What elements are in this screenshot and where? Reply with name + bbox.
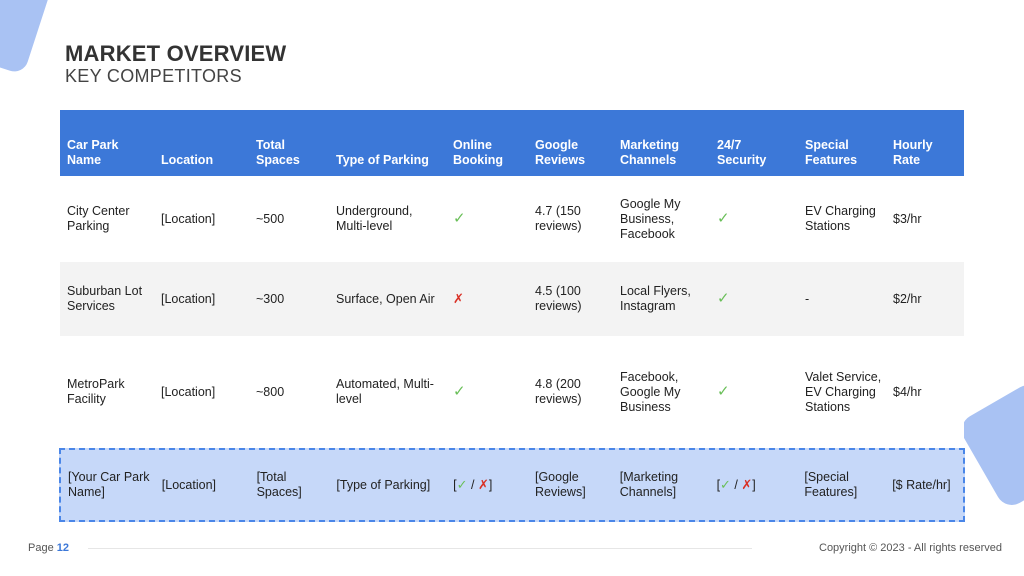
online-booking-placeholder: [✓ / ✗]	[446, 477, 528, 493]
cross-icon: ✗	[453, 291, 464, 306]
column-header: Car Park Name	[67, 138, 119, 167]
marketing-channels: Google My Business, Facebook	[620, 196, 681, 241]
check-icon: ✓	[453, 210, 466, 227]
location: [Location]	[161, 384, 216, 399]
car-park-name: Suburban Lot Services	[67, 284, 143, 313]
table-row: MetroPark Facility [Location] ~800 Autom…	[60, 336, 964, 448]
column-header: Hourly Rate	[893, 138, 933, 167]
total-spaces: [Total Spaces]	[256, 470, 302, 499]
location: [Location]	[161, 477, 217, 492]
car-park-name: MetroPark Facility	[67, 377, 125, 406]
check-icon: ✓	[453, 383, 466, 400]
column-header: Total Spaces	[256, 138, 300, 167]
decorative-shape-bottom-right	[956, 379, 1024, 511]
column-header: Online Booking	[453, 138, 503, 167]
column-header: Special Features	[805, 138, 858, 167]
google-reviews: 4.7 (150 reviews)	[535, 204, 582, 233]
column-header: Google Reviews	[535, 138, 586, 167]
parking-type: Surface, Open Air	[336, 291, 435, 306]
hourly-rate: [$ Rate/hr]	[892, 477, 951, 492]
online-booking-check-icon: ✓	[446, 211, 528, 227]
bracket-close: ]	[752, 478, 756, 492]
page-label: Page	[28, 542, 54, 554]
bracket-close: ]	[488, 478, 493, 492]
cross-icon: ✗	[741, 477, 753, 492]
check-icon: ✓	[456, 477, 468, 492]
security-check-icon: ✓	[710, 211, 798, 227]
marketing-channels: [Marketing Channels]	[619, 470, 679, 499]
hourly-rate: $2/hr	[893, 291, 922, 306]
marketing-channels: Local Flyers, Instagram	[620, 284, 691, 313]
separator: /	[730, 478, 742, 492]
check-icon: ✓	[720, 477, 731, 492]
parking-type: Underground, Multi-level	[336, 204, 413, 233]
special-features: EV Charging Stations	[805, 204, 876, 233]
check-icon: ✓	[717, 210, 730, 227]
check-icon: ✓	[717, 290, 730, 307]
online-booking-cross-icon: ✗	[446, 291, 528, 307]
car-park-name: City Center Parking	[67, 204, 130, 233]
google-reviews: [Google Reviews]	[534, 470, 586, 499]
parking-type: Automated, Multi-level	[336, 377, 434, 406]
column-header: Type of Parking	[336, 153, 429, 167]
page-number: Page 12	[28, 542, 69, 554]
decorative-shape-top-left	[0, 0, 53, 76]
location: [Location]	[161, 291, 216, 306]
check-icon: ✓	[717, 383, 730, 400]
table-header-row: Car Park Name Location Total Spaces Type…	[60, 110, 964, 176]
cross-icon: ✗	[477, 477, 489, 492]
security-placeholder: [✓ / ✗]	[710, 477, 798, 493]
special-features: -	[805, 291, 810, 306]
page-subtitle: KEY COMPETITORS	[65, 66, 242, 86]
google-reviews: 4.5 (100 reviews)	[535, 284, 582, 313]
column-header: 24/7 Security	[717, 138, 767, 167]
special-features: Valet Service, EV Charging Stations	[805, 369, 882, 414]
column-header: Location	[161, 153, 214, 167]
online-booking-check-icon: ✓	[446, 384, 528, 400]
security-check-icon: ✓	[710, 291, 798, 307]
hourly-rate: $3/hr	[893, 211, 922, 226]
total-spaces: ~300	[256, 291, 285, 306]
table-row: City Center Parking [Location] ~500 Unde…	[60, 176, 964, 262]
separator: /	[467, 478, 478, 492]
column-header: Marketing Channels	[620, 138, 680, 167]
page-title: MARKET OVERVIEW	[65, 41, 287, 66]
parking-type: [Type of Parking]	[336, 477, 431, 492]
hourly-rate: $4/hr	[893, 384, 922, 399]
footer-divider	[88, 548, 752, 549]
google-reviews: 4.8 (200 reviews)	[535, 377, 582, 406]
copyright-text: Copyright © 2023 - All rights reserved	[819, 542, 1002, 554]
competitor-table: Car Park Name Location Total Spaces Type…	[59, 110, 965, 522]
page-number-value: 12	[56, 542, 70, 554]
your-car-park-row: [Your Car Park Name] [Location] [Total S…	[59, 448, 965, 522]
location: [Location]	[161, 211, 216, 226]
marketing-channels: Facebook, Google My Business	[620, 369, 681, 414]
total-spaces: ~500	[256, 211, 285, 226]
special-features: [Special Features]	[804, 470, 858, 499]
car-park-name: [Your Car Park Name]	[68, 470, 150, 499]
table-row: Suburban Lot Services [Location] ~300 Su…	[60, 262, 964, 336]
total-spaces: ~800	[256, 384, 285, 399]
security-check-icon: ✓	[710, 384, 798, 400]
